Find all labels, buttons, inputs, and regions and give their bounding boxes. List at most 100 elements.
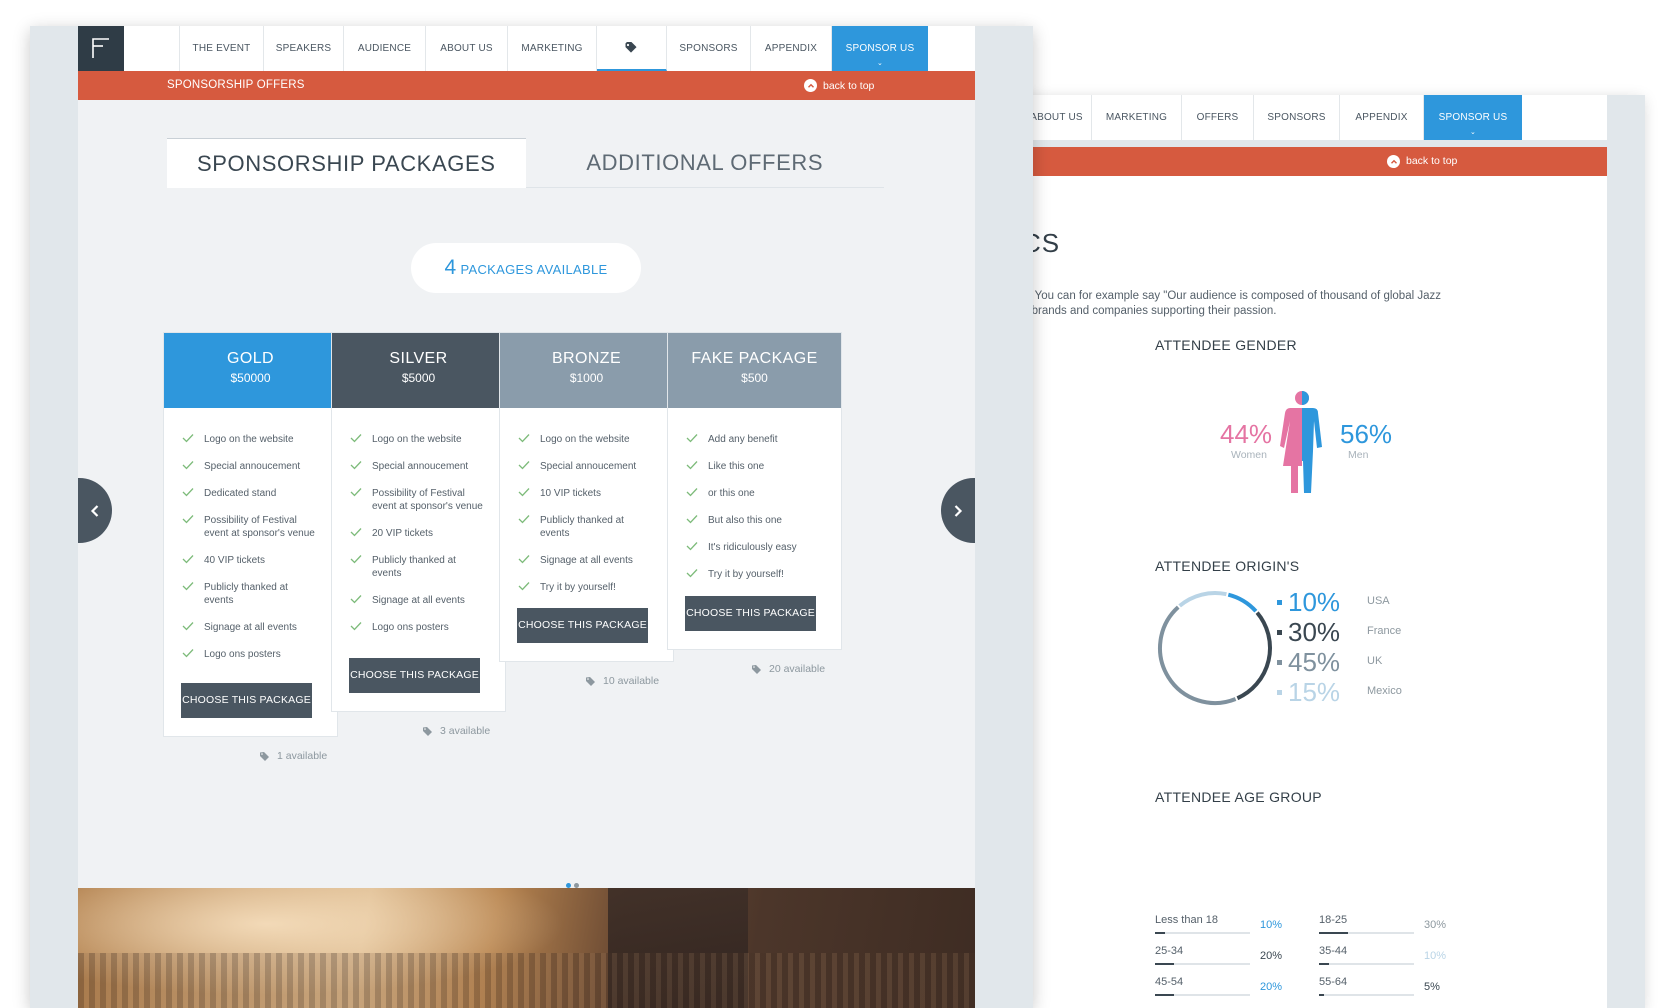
- back-to-top-label: back to top: [1406, 155, 1458, 167]
- check-icon: [350, 488, 362, 497]
- origin-name-usa: USA: [1367, 595, 1390, 607]
- benefit-text: Logo ons posters: [372, 622, 449, 633]
- availability-text: 1 available: [277, 750, 328, 762]
- origin-pct-usa: 10%: [1288, 587, 1341, 617]
- benefit-text: Dedicated stand: [204, 488, 277, 499]
- benefit-text: Logo on the website: [540, 434, 630, 445]
- check-icon: [518, 434, 530, 443]
- origin-donut-chart: [1158, 591, 1272, 705]
- benefit-text: Logo on the website: [204, 434, 294, 445]
- gender-figure-icon: [1280, 391, 1324, 498]
- check-icon: [182, 649, 194, 658]
- tag-icon: [260, 751, 269, 761]
- back-section-bar: back to top: [1022, 147, 1607, 176]
- back-to-top-link[interactable]: back to top: [804, 71, 874, 100]
- age-group-item: 35-44 10%: [1319, 945, 1449, 973]
- benefit-text: Signage at all events: [540, 555, 633, 566]
- age-group-bar: [1155, 994, 1250, 996]
- check-icon: [182, 555, 194, 564]
- benefit-item: 20 VIP tickets: [350, 527, 487, 540]
- back-to-top-link[interactable]: back to top: [1387, 147, 1457, 176]
- festival-photo: [78, 888, 975, 1008]
- nav-item-speakers[interactable]: SPEAKERS: [264, 26, 344, 71]
- donut-segment-usa: [1227, 592, 1258, 613]
- legend-swatch: [1277, 660, 1282, 665]
- nav-item-appendix[interactable]: APPENDIX: [751, 26, 832, 71]
- arrow-up-icon: [804, 79, 817, 92]
- site-logo[interactable]: [78, 26, 124, 71]
- check-icon: [350, 461, 362, 470]
- nav-item-about-us[interactable]: ABOUT US: [426, 26, 508, 71]
- packages-count: 4: [444, 256, 457, 279]
- age-group-label: 55-64: [1319, 976, 1348, 988]
- benefit-item: Add any benefit: [686, 433, 823, 446]
- benefit-item: Publicly thanked at events: [350, 554, 487, 580]
- nav-item-audience[interactable]: AUDIENCE: [344, 26, 426, 71]
- benefit-item: Try it by yourself!: [686, 568, 823, 581]
- benefit-item: Possibility of Festival event at sponsor…: [182, 514, 319, 540]
- benefit-text: Special annoucement: [540, 461, 637, 472]
- nav-item-sponsors[interactable]: SPONSORS: [1254, 95, 1340, 140]
- availability-text: 10 available: [603, 675, 660, 687]
- age-group-percentage: 5%: [1424, 981, 1440, 993]
- age-group-percentage: 20%: [1260, 950, 1283, 962]
- men-percentage: 56%: [1340, 419, 1393, 449]
- tag-icon: [625, 42, 637, 53]
- age-group-percentage: 30%: [1424, 919, 1447, 931]
- choose-package-button[interactable]: CHOOSE THIS PACKAGE: [181, 683, 312, 718]
- benefit-text: Like this one: [708, 461, 765, 472]
- age-group-label: 25-34: [1155, 945, 1184, 957]
- benefit-text: Special annoucement: [372, 461, 469, 472]
- age-group-percentage: 10%: [1260, 919, 1283, 931]
- benefit-text: Possibility of Festival event at sponsor…: [204, 515, 315, 539]
- package-card-silver: SILVER $5000 Logo on the website Special an…: [331, 332, 506, 712]
- nav-item-marketing[interactable]: MARKETING: [508, 26, 597, 71]
- benefit-list: Logo on the website Special annoucement 10…: [500, 408, 673, 594]
- benefit-text: Signage at all events: [372, 595, 465, 606]
- check-icon: [182, 582, 194, 591]
- check-icon: [182, 434, 194, 443]
- availability-count: 10 available: [586, 675, 659, 687]
- tab-sponsorship-packages[interactable]: SPONSORSHIP PACKAGES: [167, 138, 526, 188]
- nav-item-offers[interactable]: OFFERS: [1182, 95, 1254, 140]
- sponsor-us-button[interactable]: SPONSOR US ⌄: [1424, 95, 1522, 140]
- nav-item-sponsors[interactable]: SPONSORS: [667, 26, 751, 71]
- age-group-item: Less than 18 10%: [1155, 914, 1285, 942]
- back-top-nav: ABOUT US MARKETING OFFERS SPONSORS APPEN…: [1022, 95, 1607, 140]
- availability-count: 20 available: [752, 663, 825, 675]
- benefit-item: Like this one: [686, 460, 823, 473]
- audience-content: CS e. You can for example say "Our audie…: [1022, 176, 1607, 1008]
- check-icon: [350, 622, 362, 631]
- age-group-bar-fill: [1155, 932, 1165, 934]
- nav-item-appendix[interactable]: APPENDIX: [1340, 95, 1424, 140]
- package-header: FAKE PACKAGE $500: [668, 333, 841, 408]
- back-to-top-label: back to top: [823, 79, 875, 92]
- sponsor-us-button[interactable]: SPONSOR US ⌄: [832, 26, 928, 71]
- tab-additional-offers[interactable]: ADDITIONAL OFFERS: [525, 138, 884, 188]
- nav-item-the-event[interactable]: THE EVENT: [180, 26, 264, 71]
- benefit-item: But also this one: [686, 514, 823, 527]
- choose-package-button[interactable]: CHOOSE THIS PACKAGE: [685, 596, 816, 631]
- benefit-text: Publicly thanked at events: [372, 555, 456, 579]
- benefit-item: Possibility of Festival event at sponsor…: [350, 487, 487, 513]
- package-name: GOLD: [227, 350, 274, 367]
- check-icon: [686, 569, 698, 578]
- benefit-text: 20 VIP tickets: [372, 528, 433, 539]
- age-group-item: 18-25 30%: [1319, 914, 1449, 942]
- benefit-item: Publicly thanked at events: [518, 514, 655, 540]
- benefit-item: Logo ons posters: [182, 648, 319, 661]
- availability-count: 1 available: [260, 750, 327, 762]
- check-icon: [518, 582, 530, 591]
- age-group-item: 45-54 20%: [1155, 976, 1285, 1004]
- choose-package-button[interactable]: CHOOSE THIS PACKAGE: [349, 658, 480, 693]
- tag-icon: [423, 726, 432, 736]
- nav-item-offers[interactable]: [597, 26, 667, 71]
- benefit-item: Special annoucement: [182, 460, 319, 473]
- choose-package-button[interactable]: CHOOSE THIS PACKAGE: [517, 608, 648, 643]
- origin-legend-france: 30% France: [1277, 617, 1401, 648]
- benefit-text: Publicly thanked at events: [540, 515, 624, 539]
- benefit-item: Logo on the website: [518, 433, 655, 446]
- women-label: Women: [1231, 449, 1267, 461]
- nav-item-marketing[interactable]: MARKETING: [1092, 95, 1182, 140]
- benefit-text: Special annoucement: [204, 461, 301, 472]
